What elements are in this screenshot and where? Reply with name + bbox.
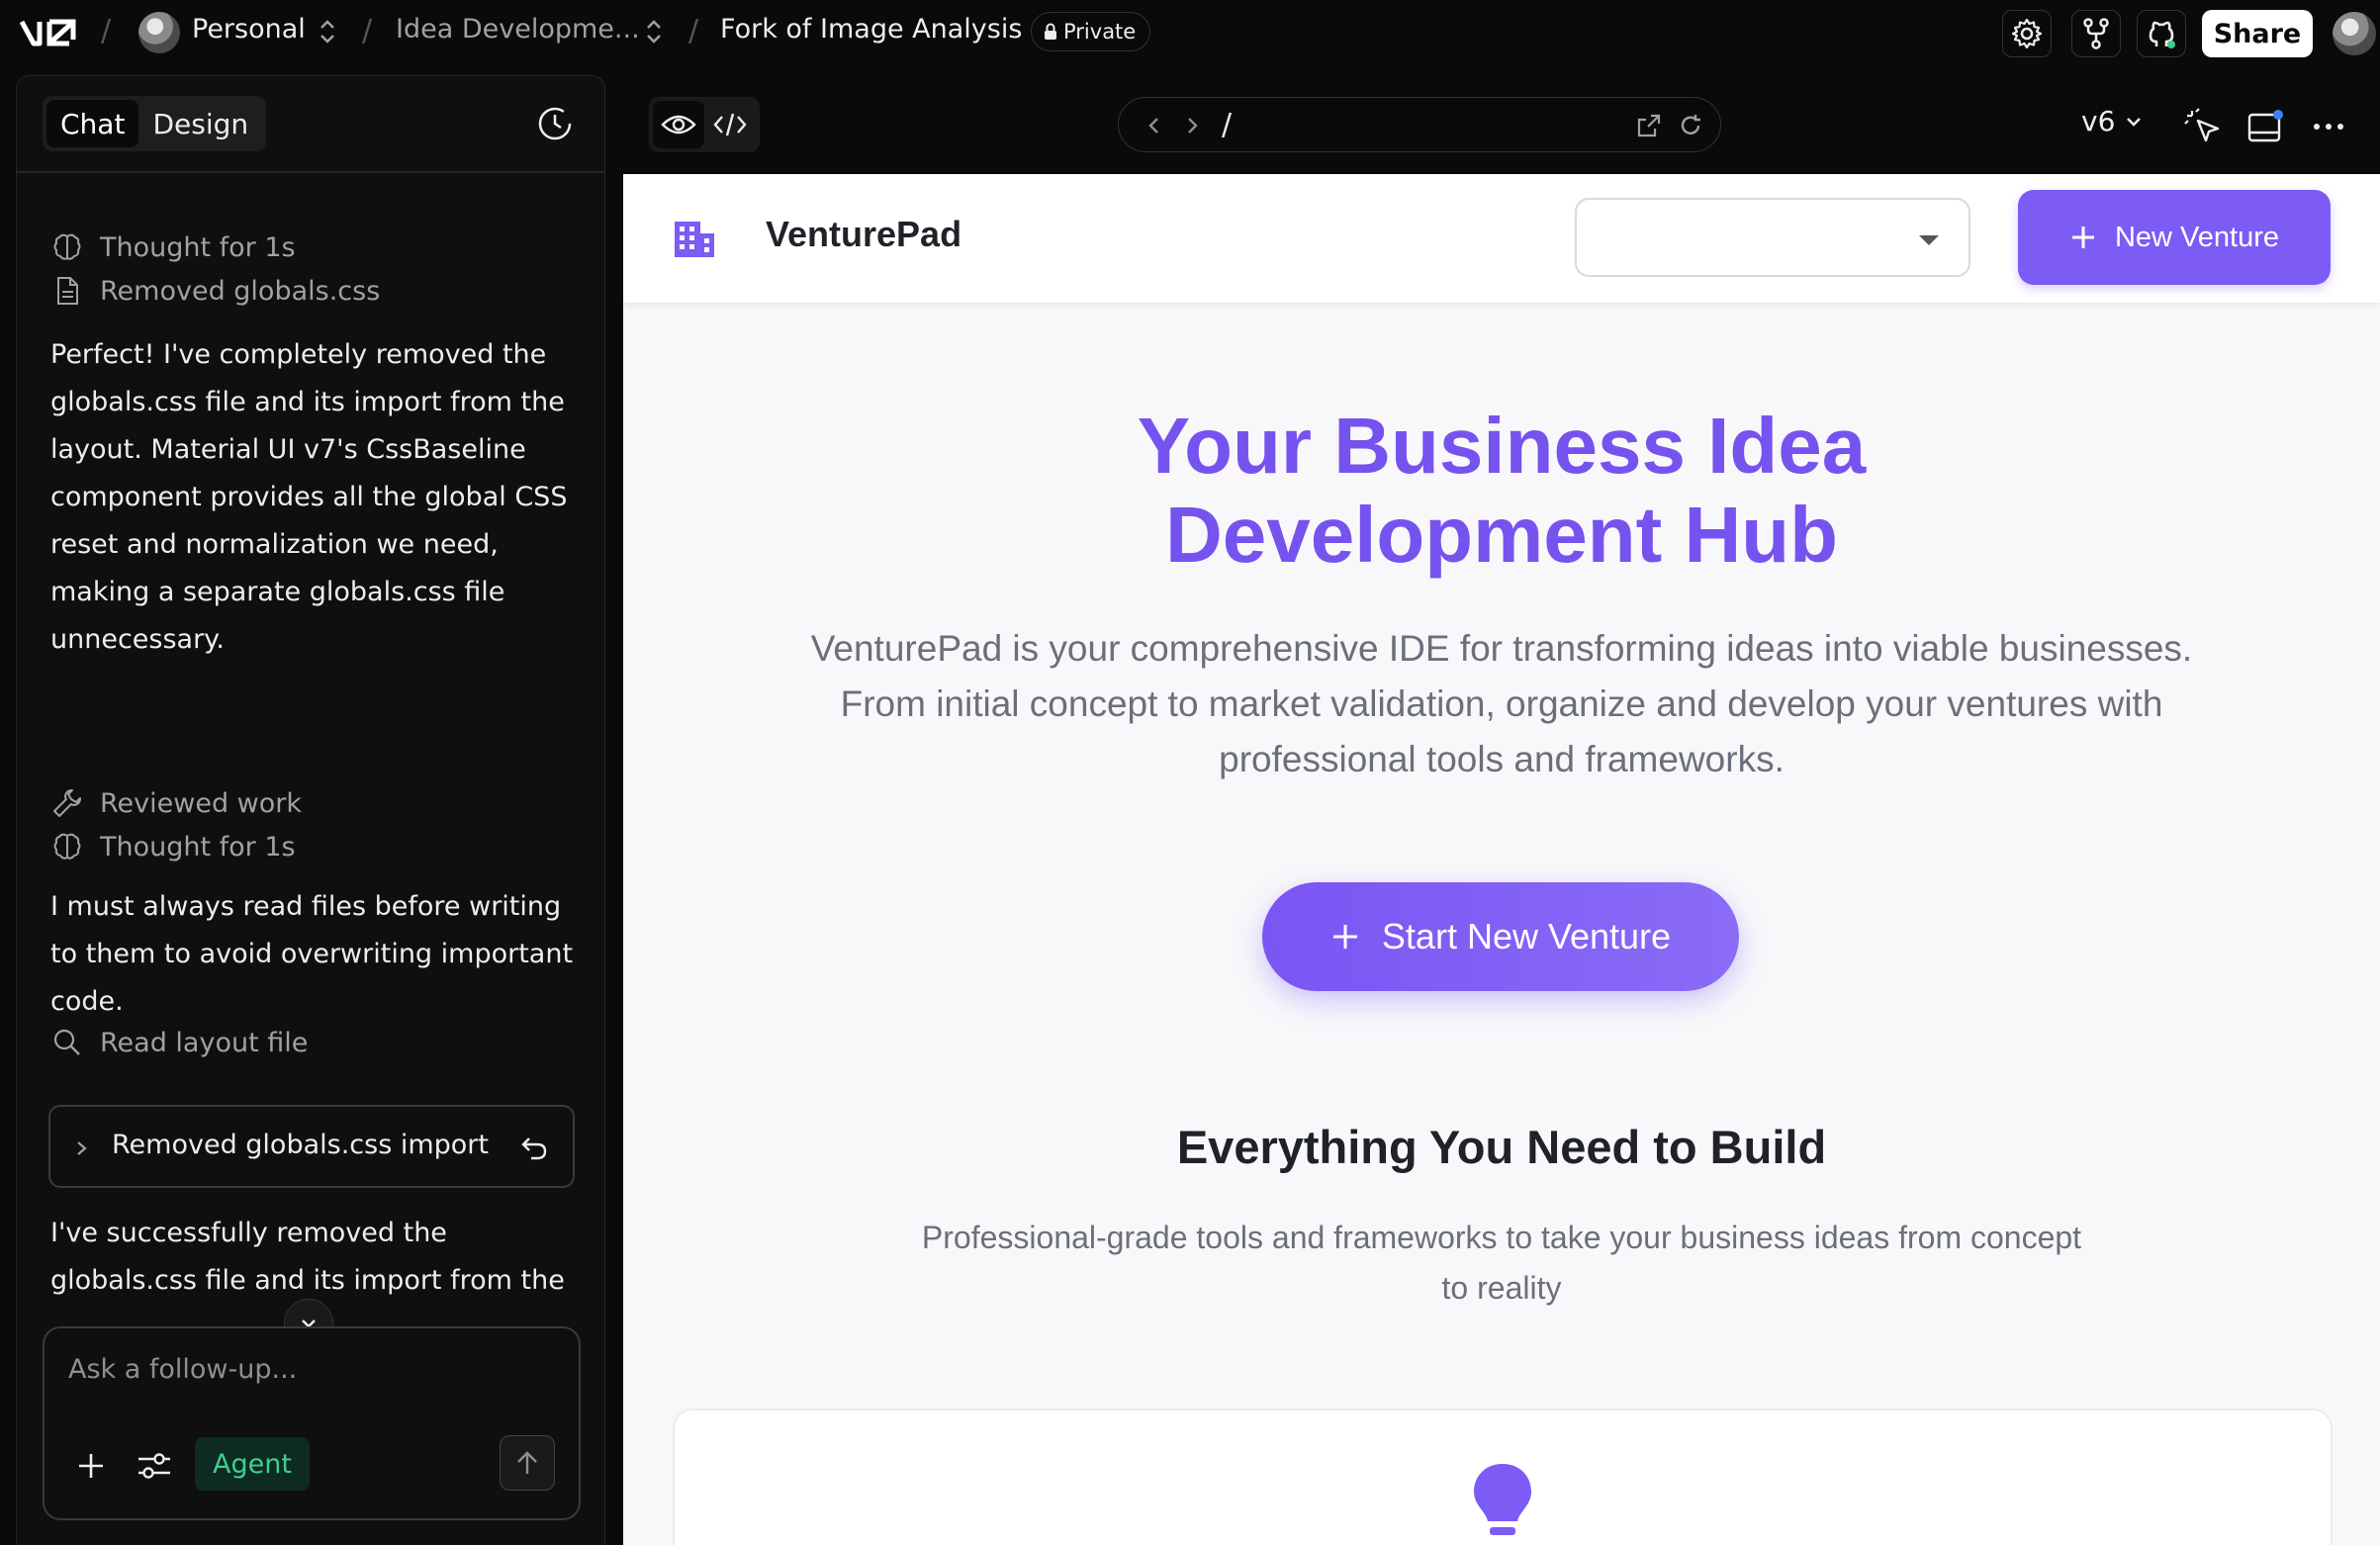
panel-tabs: Chat Design [43,96,267,151]
project-name[interactable]: Idea Developme... [396,14,640,45]
version-selector[interactable]: v6 [2081,105,2143,137]
features-title: Everything You Need to Build [1176,1121,1827,1173]
git-fork-icon [2083,18,2109,49]
new-venture-label: New Venture [2114,221,2280,253]
code-icon [713,113,747,136]
github-icon [2149,21,2175,48]
breadcrumb-separator: / [362,14,373,48]
step-reviewed[interactable]: Reviewed work [50,786,302,820]
more-options-icon[interactable] [2309,107,2348,146]
view-toggle [649,97,760,152]
private-label: Private [1063,20,1137,44]
select-cursor-icon[interactable] [2184,107,2224,146]
top-bar: / Personal / Idea Developme... / Fork of… [0,0,2380,65]
send-button[interactable] [500,1435,555,1491]
app-header: VenturePad New Venture [623,174,2380,303]
back-icon[interactable] [1141,112,1168,139]
dropdown-caret-icon [1919,235,1939,245]
hero-subtitle: VenturePad is your comprehensive IDE for… [810,628,2193,779]
file-icon [57,277,78,305]
hero-title-line: Your Business Idea [1137,402,1867,490]
code-view-button[interactable] [704,101,756,148]
lightbulb-icon [1474,1464,1531,1535]
plus-icon [1332,925,1357,949]
start-new-venture-label: Start New Venture [1381,916,1672,956]
chevron-updown-icon[interactable] [319,17,336,46]
settings-button[interactable] [2002,10,2052,57]
chevron-updown-icon[interactable] [645,17,663,46]
step-thought[interactable]: Thought for 1s [50,830,296,863]
brain-icon [53,833,81,860]
history-icon[interactable] [535,104,575,143]
panel-divider [17,171,604,173]
v0-logo-icon[interactable] [20,16,81,49]
fork-button[interactable] [2071,10,2121,57]
features-subtitle: Professional-grade tools and frameworks … [921,1220,2082,1306]
hero-title: Your Business Idea Development Hub [623,402,2380,580]
lock-icon [1045,23,1056,40]
app-brand[interactable]: VenturePad [766,214,961,255]
step-removed-file[interactable]: Removed globals.css [50,274,380,308]
follow-up-input[interactable]: Ask a follow-up... [68,1354,297,1385]
agent-mode-toggle[interactable]: Agent [195,1437,310,1491]
step-label: Removed globals.css [100,275,381,307]
step-label: Thought for 1s [100,831,296,863]
chevron-down-icon [2127,117,2142,127]
chat-title[interactable]: Fork of Image Analysis [720,14,1022,45]
user-avatar[interactable] [2333,12,2376,55]
breadcrumb-separator: / [101,14,112,48]
github-button[interactable] [2137,10,2186,57]
tab-chat[interactable]: Chat [46,100,139,147]
forward-icon[interactable] [1178,112,1206,139]
hero-title-line: Development Hub [1164,491,1839,579]
venture-select[interactable] [1575,198,1970,277]
start-new-venture-button[interactable]: Start New Venture [1262,882,1739,991]
assistant-message-line: I've successfully removed the [50,1218,447,1248]
plus-icon [2071,227,2094,248]
preview-view-button[interactable] [653,101,704,148]
workspace-name[interactable]: Personal [192,14,306,45]
feature-card[interactable] [673,1409,2333,1545]
arrow-up-icon [517,1451,537,1474]
share-button[interactable]: Share [2202,10,2313,57]
assistant-message: I must always read files before writing … [50,891,574,1017]
url-bar: / [1118,97,1721,152]
breadcrumb-separator: / [688,14,699,48]
change-card[interactable]: Removed globals.css import [48,1105,575,1188]
sliders-icon[interactable] [136,1449,173,1483]
external-link-icon[interactable] [1635,112,1663,139]
step-label: Thought for 1s [100,231,296,263]
private-badge[interactable]: Private [1031,12,1151,51]
change-card-label: Removed globals.css import [112,1130,489,1160]
step-read-layout[interactable]: Read layout file [50,1026,308,1059]
building-icon [675,222,714,257]
message-composer: Ask a follow-up... Agent [43,1326,581,1520]
panel-layout-icon[interactable] [2245,107,2285,146]
refresh-icon[interactable] [1677,112,1704,139]
url-path[interactable]: / [1222,108,1232,142]
chevron-right-icon[interactable] [72,1135,92,1162]
wrench-icon [53,789,81,817]
gear-icon [2011,18,2043,49]
step-thought[interactable]: Thought for 1s [50,230,296,264]
plus-icon[interactable] [74,1449,108,1483]
step-label: Read layout file [100,1027,309,1058]
app-preview: VenturePad New Venture Your Business Ide… [623,174,2380,1545]
new-venture-button[interactable]: New Venture [2018,190,2331,285]
tab-design[interactable]: Design [138,100,262,147]
search-icon [53,1029,80,1055]
assistant-message-line: globals.css file and its import from the [50,1265,565,1296]
undo-icon[interactable] [517,1131,551,1164]
version-label: v6 [2081,105,2116,137]
workspace-avatar [138,12,180,53]
step-label: Reviewed work [100,787,303,819]
brain-icon [53,233,81,260]
assistant-message: Perfect! I've completely removed the glo… [50,339,568,655]
eye-icon [661,115,696,135]
chat-panel: Chat Design Thought for 1s Removed globa… [16,75,605,1545]
